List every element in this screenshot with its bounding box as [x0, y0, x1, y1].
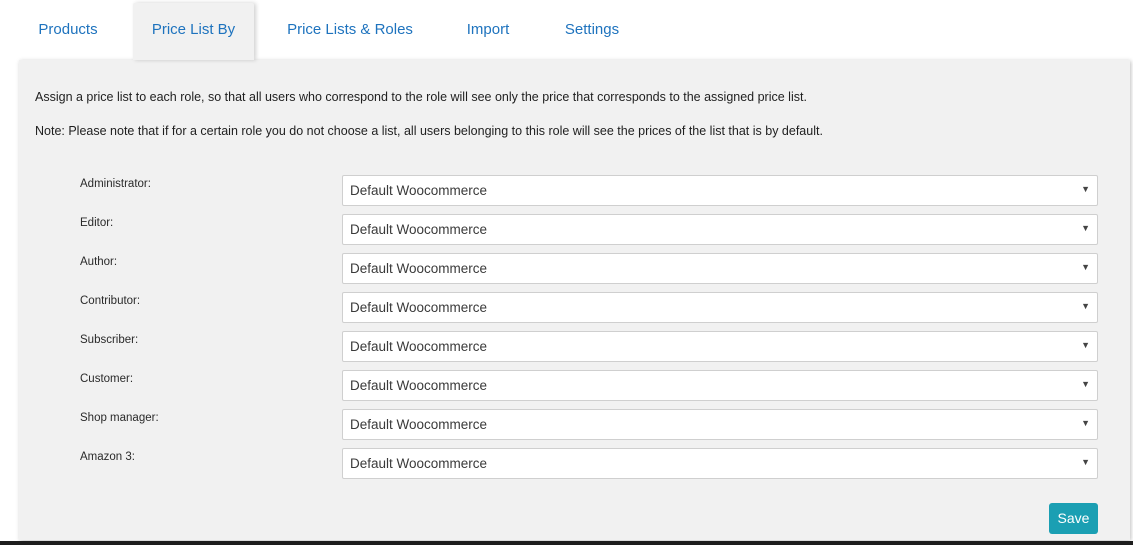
- role-label-contributor: Contributor:: [80, 295, 141, 307]
- role-label-subscriber: Subscriber:: [80, 334, 139, 346]
- dropdown-arrow-icon: ▼: [1081, 223, 1090, 233]
- select-value: Default Woocommerce: [350, 339, 488, 354]
- tab-products[interactable]: Products: [23, 3, 113, 60]
- save-button[interactable]: Save: [1049, 503, 1098, 534]
- price-list-select-contributor[interactable]: Default Woocommerce ▼: [342, 292, 1098, 323]
- dropdown-arrow-icon: ▼: [1081, 418, 1090, 428]
- tab-price-lists-roles[interactable]: Price Lists & Roles: [272, 3, 428, 60]
- bottom-border: [0, 541, 1133, 545]
- role-label-customer: Customer:: [80, 373, 134, 385]
- dropdown-arrow-icon: ▼: [1081, 340, 1090, 350]
- select-value: Default Woocommerce: [350, 456, 488, 471]
- dropdown-arrow-icon: ▼: [1081, 184, 1090, 194]
- role-label-administrator: Administrator:: [80, 178, 151, 190]
- price-list-select-editor[interactable]: Default Woocommerce ▼: [342, 214, 1098, 245]
- tab-price-list-by[interactable]: Price List By: [133, 3, 254, 60]
- dropdown-arrow-icon: ▼: [1081, 457, 1090, 467]
- role-label-shop-manager: Shop manager:: [80, 412, 159, 424]
- price-list-select-author[interactable]: Default Woocommerce ▼: [342, 253, 1098, 284]
- select-value: Default Woocommerce: [350, 183, 488, 198]
- select-value: Default Woocommerce: [350, 417, 488, 432]
- select-value: Default Woocommerce: [350, 300, 488, 315]
- tab-settings[interactable]: Settings: [548, 3, 636, 60]
- select-value: Default Woocommerce: [350, 261, 488, 276]
- tab-import[interactable]: Import: [448, 3, 528, 60]
- select-value: Default Woocommerce: [350, 378, 488, 393]
- dropdown-arrow-icon: ▼: [1081, 301, 1090, 311]
- role-label-editor: Editor:: [80, 217, 114, 229]
- select-value: Default Woocommerce: [350, 222, 488, 237]
- price-list-select-subscriber[interactable]: Default Woocommerce ▼: [342, 331, 1098, 362]
- price-list-select-administrator[interactable]: Default Woocommerce ▼: [342, 175, 1098, 206]
- dropdown-arrow-icon: ▼: [1081, 262, 1090, 272]
- price-list-select-amazon-3[interactable]: Default Woocommerce ▼: [342, 448, 1098, 479]
- intro-text: Assign a price list to each role, so tha…: [35, 90, 807, 104]
- note-text: Note: Please note that if for a certain …: [35, 124, 823, 138]
- role-label-amazon-3: Amazon 3:: [80, 451, 135, 463]
- role-label-author: Author:: [80, 256, 118, 268]
- dropdown-arrow-icon: ▼: [1081, 379, 1090, 389]
- price-list-select-customer[interactable]: Default Woocommerce ▼: [342, 370, 1098, 401]
- price-list-select-shop-manager[interactable]: Default Woocommerce ▼: [342, 409, 1098, 440]
- tab-bar: Products Price List By Price Lists & Rol…: [0, 0, 1133, 60]
